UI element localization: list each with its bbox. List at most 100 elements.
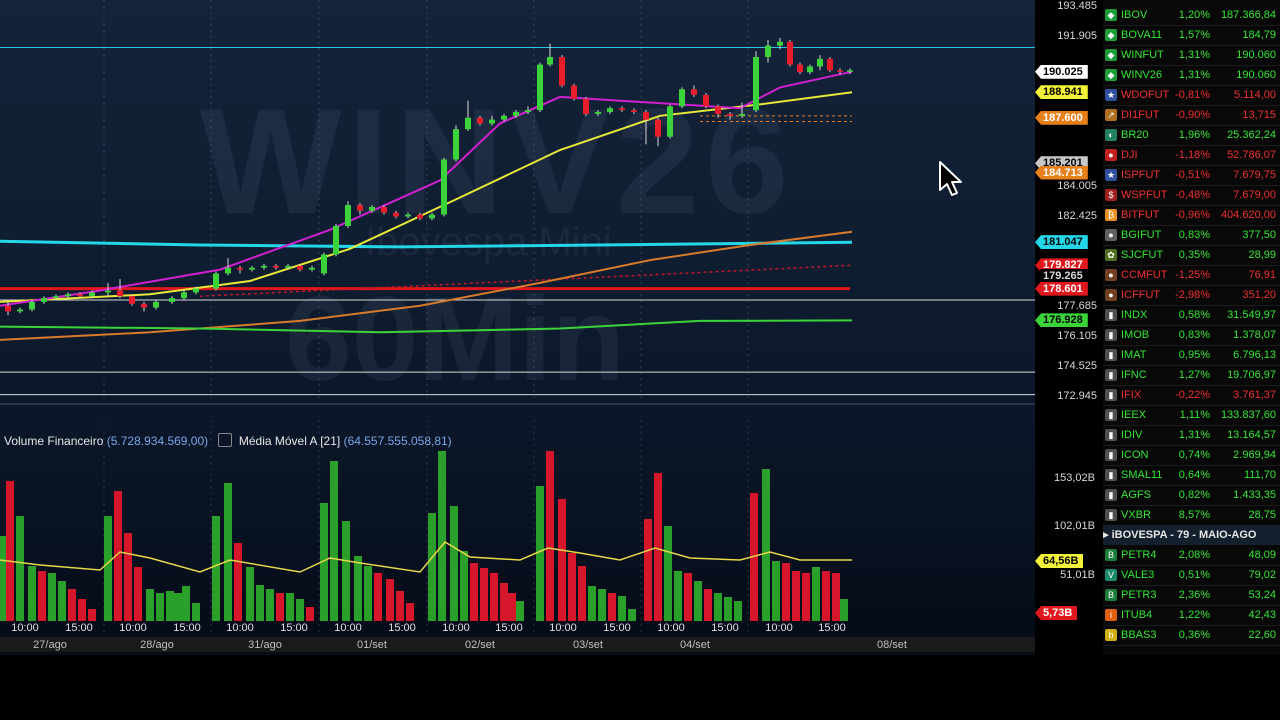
candle-body	[309, 267, 315, 270]
watchlist-row-ibov[interactable]: ◆ IBOV 1,20% 187.366,84	[1103, 5, 1280, 26]
candle-body	[715, 106, 721, 114]
watchlist-change: -1,25%	[1175, 269, 1210, 281]
watchlist-change: 1,22%	[1178, 609, 1210, 621]
candle-body	[807, 66, 813, 73]
volume-bar	[286, 593, 294, 621]
time-label: 15:00	[818, 622, 846, 634]
watchlist-row-smal11[interactable]: ▮ SMAL11 0,64% 111,70	[1103, 465, 1280, 486]
candle-body	[381, 206, 387, 213]
watchlist-row-wspfut[interactable]: $ WSPFUT -0,48% 7.679,00	[1103, 185, 1280, 206]
watchlist-row-idiv[interactable]: ▮ IDIV 1,31% 13.164,57	[1103, 425, 1280, 446]
watchlist-symbol: IMOB	[1121, 329, 1150, 341]
watchlist-row-bgifut[interactable]: ● BGIFUT 0,83% 377,50	[1103, 225, 1280, 246]
date-label: 03/set	[573, 639, 603, 651]
candle-body	[249, 267, 255, 270]
candle-body	[547, 56, 553, 65]
price-tick-label: 193.485	[1057, 0, 1097, 12]
watchlist-change: 0,51%	[1178, 569, 1210, 581]
volume-bar	[508, 593, 516, 621]
watchlist-symbol: IBOV	[1121, 9, 1148, 21]
price-chart[interactable]: WINV26 Ibovespa Mini 60Min Volume Financ…	[0, 0, 1035, 655]
cattle-icon: ●	[1105, 229, 1117, 241]
watchlist-row-winfut[interactable]: ◆ WINFUT 1,31% 190.060	[1103, 45, 1280, 66]
candle-body	[141, 303, 147, 308]
candle-body	[237, 267, 243, 270]
watchlist-change: 0,95%	[1178, 349, 1210, 361]
time-label: 10:00	[334, 622, 362, 634]
watchlist-change: 0,83%	[1178, 229, 1210, 241]
watchlist-price: 404.620,00	[1220, 209, 1276, 221]
watchlist-price: 133.837,60	[1220, 409, 1276, 421]
volume-bar	[664, 526, 672, 621]
volume-bar	[684, 573, 692, 621]
watchlist-row-vxbr[interactable]: ▮ VXBR 8,57% 28,75	[1103, 505, 1280, 526]
ma-yellow	[0, 91, 853, 303]
watchlist-row-vale3[interactable]: V VALE3 0,51% 79,02	[1103, 565, 1280, 586]
watchlist-row-ifnc[interactable]: ▮ IFNC 1,27% 19.706,97	[1103, 365, 1280, 386]
index-icon: ▮	[1105, 369, 1117, 381]
watchlist-change: 2,08%	[1178, 549, 1210, 561]
watchlist-row-ccmfut[interactable]: ● CCMFUT -1,25% 76,91	[1103, 265, 1280, 286]
watchlist-row-bbas3[interactable]: b BBAS3 0,36% 22,60	[1103, 625, 1280, 646]
time-label: 10:00	[765, 622, 793, 634]
volume-bar	[88, 609, 96, 621]
watchlist-row-winv26[interactable]: ◆ WINV26 1,31% 190.060	[1103, 65, 1280, 86]
watchlist-row-sjcfut[interactable]: ✿ SJCFUT 0,35% 28,99	[1103, 245, 1280, 266]
candle-body	[655, 119, 661, 137]
br-stock-icon: B	[1105, 589, 1117, 601]
watchlist-row-ifix[interactable]: ▮ IFIX -0,22% 3.761,37	[1103, 385, 1280, 406]
watchlist-symbol: CCMFUT	[1121, 269, 1168, 281]
volume-bar	[480, 568, 488, 621]
watchlist-row-ispfut[interactable]: ★ ISPFUT -0,51% 7.679,75	[1103, 165, 1280, 186]
watchlist-row-itub4[interactable]: i ITUB4 1,22% 42,43	[1103, 605, 1280, 626]
price-axis[interactable]: 193.485 191.905 184.005 182.425 177.685 176.1…	[1035, 0, 1103, 655]
watchlist-row-icffut[interactable]: ● ICFFUT -2,98% 351,20	[1103, 285, 1280, 306]
candle-body	[537, 64, 543, 111]
watchlist-row-di1fut[interactable]: ↗ DI1FUT -0,90% 13,715	[1103, 105, 1280, 126]
candle-body	[393, 212, 399, 217]
candle-body	[225, 267, 231, 274]
watchlist-symbol: WINV26	[1121, 69, 1162, 81]
watchlist-price: 28,75	[1248, 509, 1276, 521]
watchlist-change: 1,31%	[1178, 49, 1210, 61]
watchlist-row-imob[interactable]: ▮ IMOB 0,83% 1.378,07	[1103, 325, 1280, 346]
watchlist-row-agfs[interactable]: ▮ AGFS 0,82% 1.433,35	[1103, 485, 1280, 506]
watchlist-row-bitfut[interactable]: ₿ BITFUT -0,96% 404.620,00	[1103, 205, 1280, 226]
watchlist-row-imat[interactable]: ▮ IMAT 0,95% 6.796,13	[1103, 345, 1280, 366]
watchlist-price: 25.362,24	[1227, 129, 1276, 141]
volume-value: (5.728.934.569,00)	[106, 434, 209, 448]
index-icon: ▮	[1105, 309, 1117, 321]
watchlist-symbol: BR20	[1121, 129, 1149, 141]
watchlist-row-dji[interactable]: ● DJI -1,18% 52.786,07	[1103, 145, 1280, 166]
watchlist-group-header[interactable]: ▸ iBOVESPA - 79 - MAIO-AGO	[1103, 525, 1280, 545]
watchlist-price: 5.114,00	[1233, 89, 1276, 101]
volume-tag: 64,56B	[1035, 554, 1084, 568]
candle-body	[525, 110, 531, 113]
volume-bar	[234, 543, 242, 621]
watchlist-row-bova11[interactable]: ◆ BOVA11 1,57% 184,79	[1103, 25, 1280, 46]
watchlist-change: 2,36%	[1178, 589, 1210, 601]
indicator-settings-icon[interactable]	[217, 433, 232, 447]
us-flag: ★	[1105, 89, 1117, 101]
watchlist-symbol: AGFS	[1121, 489, 1151, 501]
candle-body	[607, 108, 613, 113]
watchlist-price: 184,79	[1242, 29, 1276, 41]
watchlist-row-br20[interactable]: ◐ BR20 1,96% 25.362,24	[1103, 125, 1280, 146]
candle-body	[181, 292, 187, 299]
watchlist-row-icon[interactable]: ▮ ICON 0,74% 2.969,94	[1103, 445, 1280, 466]
volume-bar	[156, 593, 164, 621]
watchlist-row-petr3[interactable]: B PETR3 2,36% 53,24	[1103, 585, 1280, 606]
watchlist-row-petr4[interactable]: B PETR4 2,08% 48,09	[1103, 545, 1280, 566]
watchlist-price: 13.164,57	[1227, 429, 1276, 441]
candle-body	[53, 296, 59, 299]
volume-bar	[762, 469, 770, 621]
watchlist-symbol: WSPFUT	[1121, 189, 1168, 201]
watchlist-price: 3.761,37	[1233, 389, 1276, 401]
watchlist-row-ieex[interactable]: ▮ IEEX 1,11% 133.837,60	[1103, 405, 1280, 426]
price-tick-label: 191.905	[1057, 30, 1097, 42]
index-icon: ▮	[1105, 469, 1117, 481]
watchlist-row-wdofut[interactable]: ★ WDOFUT -0,81% 5.114,00	[1103, 85, 1280, 106]
watchlist-row-indx[interactable]: ▮ INDX 0,58% 31.549,97	[1103, 305, 1280, 326]
volume-bar	[516, 601, 524, 621]
br-flag: ◆	[1105, 29, 1117, 41]
